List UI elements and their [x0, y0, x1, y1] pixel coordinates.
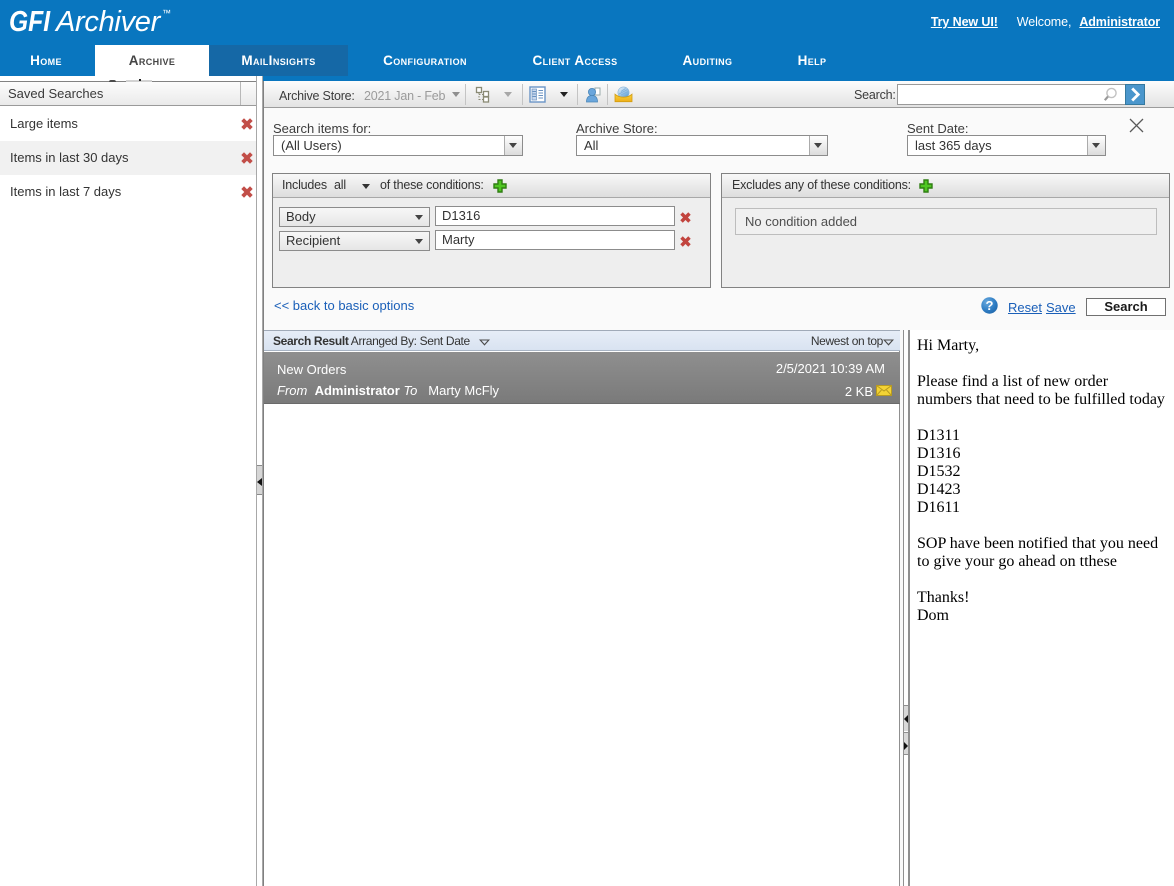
svg-text:?: ? — [986, 298, 994, 313]
